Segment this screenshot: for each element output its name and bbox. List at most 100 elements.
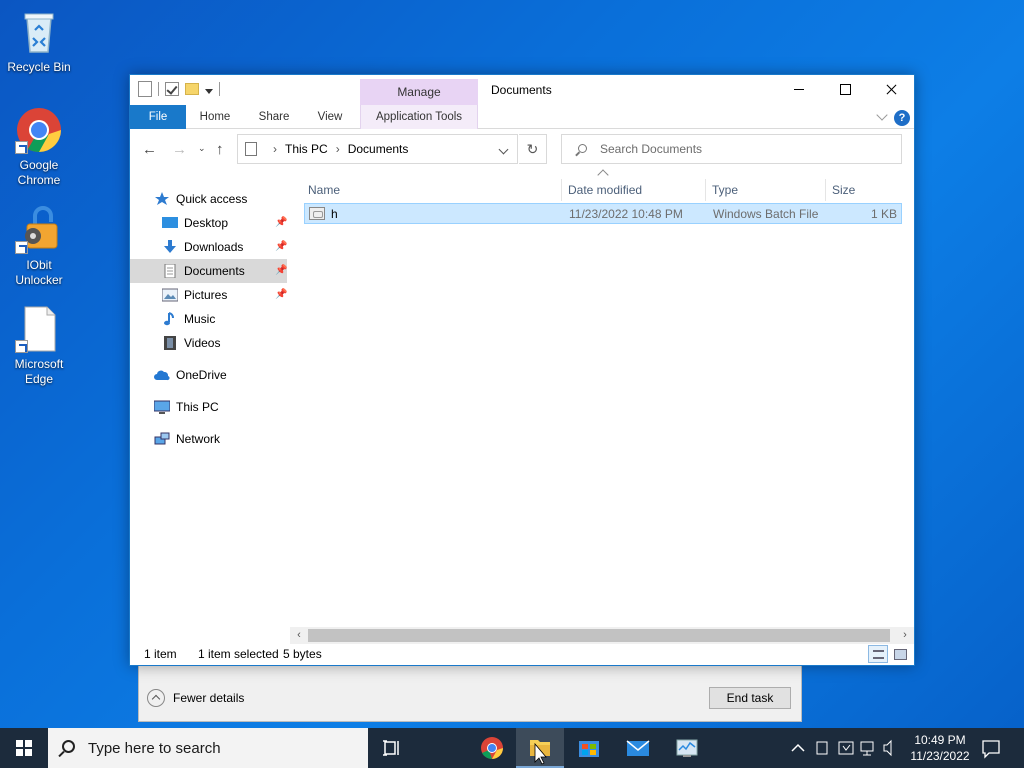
help-icon[interactable]: ? [894,110,910,126]
column-header-date-modified[interactable]: Date modified [564,179,706,201]
customize-toolbar-dropdown-icon[interactable] [205,88,213,94]
pin-icon[interactable]: 📌 [275,217,287,228]
title-bar[interactable]: Manage Documents [130,75,914,105]
security-shield-icon[interactable] [838,741,854,755]
tab-file[interactable]: File [130,105,186,129]
tab-home[interactable]: Home [190,105,240,129]
scroll-left-icon[interactable]: ‹ [292,629,306,642]
shortcut-arrow-icon [15,340,28,353]
refresh-icon[interactable]: ↻ [519,134,547,164]
large-icons-view-button[interactable] [890,645,910,663]
nav-onedrive[interactable]: OneDrive [130,363,287,387]
windows-logo-icon [16,740,32,756]
nav-label: Pictures [184,288,228,302]
status-selected: 1 item selected [198,647,279,661]
volume-speaker-icon[interactable] [883,739,892,757]
breadcrumb-separator-icon[interactable]: › [336,142,340,156]
desktop-icon-microsoft-edge[interactable]: Microsoft Edge [1,305,77,387]
new-folder-icon[interactable] [185,83,199,95]
up-arrow-icon[interactable]: ↑ [216,141,224,158]
taskbar-microsoft-store[interactable] [565,728,613,768]
close-button[interactable] [868,75,914,105]
back-arrow-icon[interactable]: ← [142,141,157,158]
manage-context-tab[interactable]: Manage [360,79,478,105]
pin-icon[interactable]: 📌 [275,241,287,252]
nav-this-pc[interactable]: This PC [130,395,287,419]
network-status-icon[interactable] [860,741,874,756]
navigation-bar: ← → ⌄ ↑ › This PC › Documents ↻ Search D… [130,131,914,167]
nav-item-desktop[interactable]: Desktop 📌 [130,211,287,235]
action-center-button[interactable] [968,728,1014,768]
pin-icon[interactable]: 📌 [275,265,287,276]
tab-share[interactable]: Share [250,105,298,129]
download-arrow-icon [162,240,178,254]
fewer-details-button[interactable]: Fewer details [147,689,244,707]
details-view-icon [873,650,884,659]
details-view-button[interactable] [868,645,888,663]
network-icon [154,432,170,446]
maximize-button[interactable] [822,75,868,105]
fewer-details-label: Fewer details [173,691,245,705]
horizontal-scrollbar[interactable]: ‹ › [290,627,914,644]
forward-arrow-icon[interactable]: → [172,141,187,158]
tray-app-icon[interactable] [816,741,828,755]
column-header-type[interactable]: Type [708,179,826,201]
desktop-icon-label: Recycle Bin [7,60,71,74]
breadcrumb-documents[interactable]: Documents [348,142,409,156]
pin-icon[interactable]: 📌 [275,289,287,300]
file-type: Windows Batch File [713,207,819,221]
nav-item-videos[interactable]: Videos [130,331,287,355]
task-view-button[interactable] [368,728,416,768]
checkmark-icon[interactable] [165,82,179,96]
nav-item-music[interactable]: Music [130,307,287,331]
nav-item-documents[interactable]: Documents 📌 [130,259,287,283]
store-bag-icon [579,741,599,757]
blank-document-icon [15,305,63,353]
nav-network[interactable]: Network [130,427,287,451]
column-header-size[interactable]: Size [828,179,904,201]
search-input[interactable]: Search Documents [561,134,902,164]
taskbar-search-box[interactable]: Type here to search [48,728,368,768]
show-hidden-icons-chevron[interactable] [791,743,805,752]
tab-application-tools[interactable]: Application Tools [360,105,478,129]
nav-item-downloads[interactable]: Downloads 📌 [130,235,287,259]
desktop-icon-label: Google Chrome [17,158,61,187]
breadcrumb-separator-icon[interactable]: › [273,142,277,156]
desktop-icon-google-chrome[interactable]: Google Chrome [1,106,77,188]
desktop-icon-label: Microsoft Edge [14,357,64,386]
scrollbar-thumb[interactable] [308,629,890,642]
system-tray [788,728,896,768]
end-task-button[interactable]: End task [709,687,791,709]
taskbar-mail[interactable] [614,728,662,768]
window-caption-buttons [776,75,914,105]
recent-locations-icon[interactable]: ⌄ [198,143,206,154]
toolbar-separator [219,82,220,96]
nav-label: Music [184,312,216,326]
desktop-icon-iobit-unlocker[interactable]: IObit Unlocker [1,206,77,288]
address-dropdown-icon[interactable] [498,144,509,155]
tab-view[interactable]: View [306,105,354,129]
breadcrumb-this-pc[interactable]: This PC [285,142,328,156]
file-row[interactable]: h 11/23/2022 10:48 PM Windows Batch File… [304,203,902,224]
toolbar-separator [158,82,159,96]
taskbar-task-manager[interactable] [663,728,711,768]
nav-item-pictures[interactable]: Pictures 📌 [130,283,287,307]
minimize-button[interactable] [776,75,822,105]
notification-icon [982,740,1000,759]
file-date: 11/23/2022 10:48 PM [569,207,683,221]
navigation-pane: Quick access Desktop 📌 Downloads 📌 Docum… [130,171,290,631]
properties-icon[interactable] [138,81,152,97]
desktop-icon-recycle-bin[interactable]: Recycle Bin [1,8,77,75]
desktop-folder-icon [162,216,178,230]
start-button[interactable] [0,728,48,768]
search-icon [62,740,75,753]
nav-quick-access[interactable]: Quick access [130,187,287,211]
taskbar-file-explorer[interactable] [516,728,564,768]
taskbar-chrome[interactable] [468,728,516,768]
ribbon-tabs: File Home Share View Application Tools ? [130,105,914,129]
nav-label: This PC [176,400,219,414]
address-bar[interactable]: › This PC › Documents [237,134,518,164]
scroll-right-icon[interactable]: › [898,629,912,642]
column-header-name[interactable]: Name [304,179,562,201]
expand-ribbon-icon[interactable] [876,109,888,121]
